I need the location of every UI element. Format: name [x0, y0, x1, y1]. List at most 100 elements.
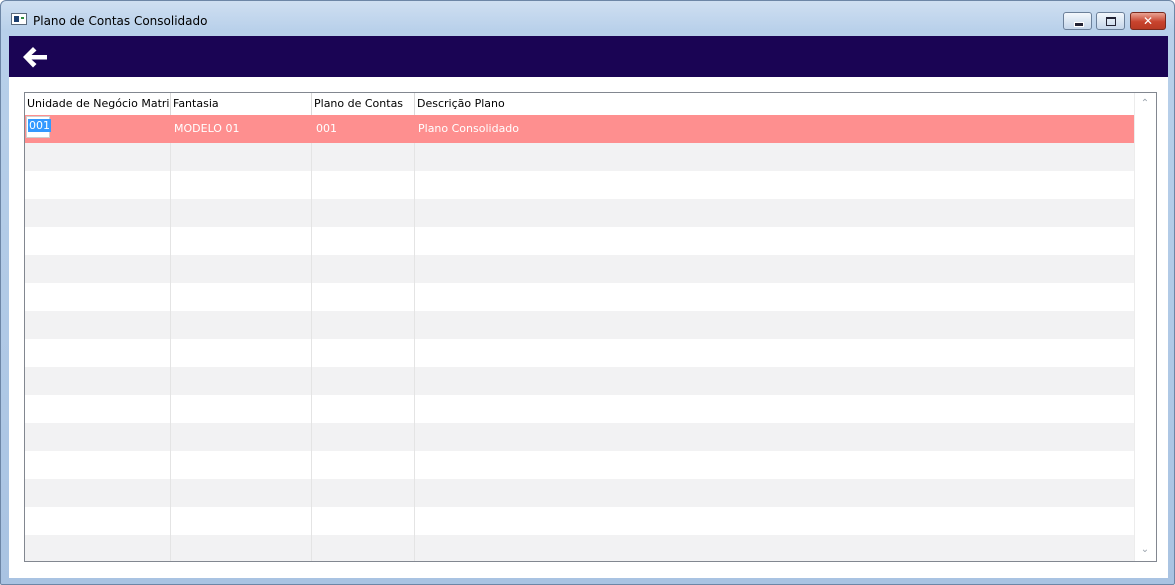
table-cell[interactable]: [25, 255, 171, 283]
table-row[interactable]: [25, 367, 1135, 395]
table-cell[interactable]: [415, 395, 1135, 423]
table-cell[interactable]: [312, 311, 415, 339]
table-cell[interactable]: [415, 255, 1135, 283]
table-cell[interactable]: [312, 367, 415, 395]
table-row[interactable]: [25, 479, 1135, 507]
table-row[interactable]: [25, 143, 1135, 171]
table-cell[interactable]: [415, 423, 1135, 451]
table-cell[interactable]: [171, 507, 312, 535]
table-cell[interactable]: [171, 311, 312, 339]
table-cell[interactable]: [25, 479, 171, 507]
cell-fantasia[interactable]: MODELO 01: [171, 115, 312, 143]
table-cell[interactable]: [312, 339, 415, 367]
table-cell[interactable]: [25, 311, 171, 339]
scroll-up-icon[interactable]: ⌃: [1140, 99, 1150, 109]
table-cell[interactable]: [25, 199, 171, 227]
table-cell[interactable]: [171, 199, 312, 227]
table-cell[interactable]: [415, 143, 1135, 171]
table-cell[interactable]: [312, 535, 415, 561]
maximize-icon: [1106, 17, 1116, 26]
table-cell[interactable]: [25, 423, 171, 451]
table-cell[interactable]: [25, 283, 171, 311]
table-row[interactable]: [25, 423, 1135, 451]
back-button[interactable]: [20, 43, 50, 71]
column-header-plano[interactable]: Plano de Contas: [312, 93, 415, 115]
table-cell[interactable]: [25, 451, 171, 479]
table-cell[interactable]: [25, 367, 171, 395]
table-cell[interactable]: [415, 535, 1135, 561]
table-row[interactable]: [25, 227, 1135, 255]
table-cell[interactable]: [312, 479, 415, 507]
table-row[interactable]: [25, 199, 1135, 227]
table-cell[interactable]: [312, 423, 415, 451]
table-cell[interactable]: [171, 423, 312, 451]
table-row[interactable]: [25, 171, 1135, 199]
minimize-icon: [1074, 22, 1084, 27]
table-cell[interactable]: [415, 227, 1135, 255]
table-cell[interactable]: [25, 143, 171, 171]
table-row[interactable]: [25, 255, 1135, 283]
table-cell[interactable]: [171, 283, 312, 311]
client-area: Unidade de Negócio Matriz Fantasia Plano…: [9, 77, 1168, 578]
table-cell[interactable]: [415, 199, 1135, 227]
table-cell[interactable]: [171, 395, 312, 423]
cell-plano[interactable]: 001: [312, 115, 415, 143]
scroll-down-icon[interactable]: ⌄: [1140, 545, 1150, 555]
table-cell[interactable]: [415, 171, 1135, 199]
table-cell[interactable]: [312, 199, 415, 227]
table-cell[interactable]: [25, 395, 171, 423]
table-cell[interactable]: [25, 171, 171, 199]
table-row[interactable]: [25, 451, 1135, 479]
table-row[interactable]: [25, 283, 1135, 311]
table-cell[interactable]: [415, 283, 1135, 311]
table-cell[interactable]: [25, 535, 171, 561]
table-row[interactable]: [25, 395, 1135, 423]
title-bar[interactable]: Plano de Contas Consolidado ✕: [1, 1, 1174, 35]
table-row[interactable]: 001 MODELO 01 001 Plano Consolidado: [25, 115, 1135, 143]
column-header-unidade[interactable]: Unidade de Negócio Matriz: [25, 93, 171, 115]
table-cell[interactable]: [25, 339, 171, 367]
table-cell[interactable]: [171, 479, 312, 507]
column-header-fantasia[interactable]: Fantasia: [171, 93, 312, 115]
table-row[interactable]: [25, 311, 1135, 339]
cell-descricao[interactable]: Plano Consolidado: [415, 115, 1135, 143]
table-cell[interactable]: [25, 227, 171, 255]
table-row[interactable]: [25, 507, 1135, 535]
maximize-button[interactable]: [1096, 12, 1125, 30]
arrow-left-icon: [23, 47, 47, 68]
table-cell[interactable]: [312, 395, 415, 423]
table-cell[interactable]: [415, 479, 1135, 507]
table-cell[interactable]: [312, 143, 415, 171]
table-cell[interactable]: [415, 367, 1135, 395]
table-row[interactable]: [25, 339, 1135, 367]
table-cell[interactable]: [171, 451, 312, 479]
table-cell[interactable]: [171, 227, 312, 255]
unidade-value: 001: [28, 119, 51, 132]
table-cell[interactable]: [171, 339, 312, 367]
table-cell[interactable]: [312, 507, 415, 535]
table-cell[interactable]: [171, 143, 312, 171]
accounts-grid[interactable]: Unidade de Negócio Matriz Fantasia Plano…: [24, 92, 1157, 562]
table-cell[interactable]: [312, 171, 415, 199]
minimize-button[interactable]: [1063, 12, 1092, 30]
table-cell[interactable]: [25, 507, 171, 535]
table-cell[interactable]: [312, 227, 415, 255]
table-row[interactable]: [25, 535, 1135, 561]
table-cell[interactable]: [171, 535, 312, 561]
table-cell[interactable]: [415, 339, 1135, 367]
toolbar: [9, 36, 1168, 77]
table-cell[interactable]: [312, 255, 415, 283]
column-header-descricao[interactable]: Descrição Plano: [415, 93, 1135, 115]
table-cell[interactable]: [171, 171, 312, 199]
table-cell[interactable]: [415, 451, 1135, 479]
table-cell[interactable]: [415, 311, 1135, 339]
cell-unidade[interactable]: 001: [25, 115, 171, 143]
table-cell[interactable]: [171, 255, 312, 283]
table-cell[interactable]: [312, 283, 415, 311]
vertical-scrollbar[interactable]: ⌃ ⌄: [1134, 93, 1156, 561]
table-cell[interactable]: [415, 507, 1135, 535]
close-button[interactable]: ✕: [1130, 12, 1166, 30]
table-cell[interactable]: [312, 451, 415, 479]
table-cell[interactable]: [171, 367, 312, 395]
unidade-edit-field[interactable]: 001: [26, 116, 51, 138]
